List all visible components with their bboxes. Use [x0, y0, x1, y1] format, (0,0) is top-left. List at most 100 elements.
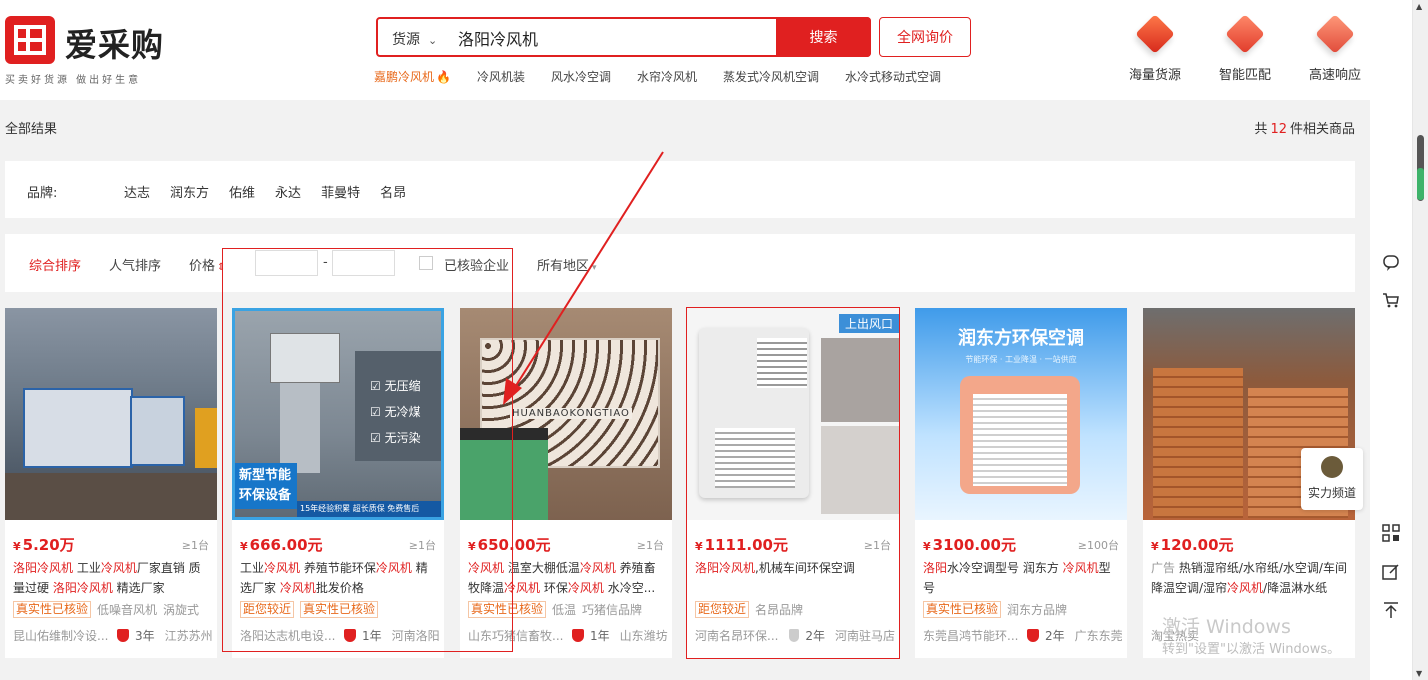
search-input[interactable]	[458, 25, 768, 51]
flame-icon: 🔥	[436, 70, 451, 84]
seller-name[interactable]: 东莞昌鸿节能环...	[923, 627, 1021, 644]
windows-watermark-sub: 转到"设置"以激活 Windows。	[1162, 642, 1341, 657]
strength-channel-badge[interactable]: 实力频道	[1301, 448, 1363, 510]
attribute-tag: 名昂品牌	[755, 603, 804, 617]
brand-item[interactable]: 达志	[124, 182, 150, 201]
product-card[interactable]: 上出风口 ¥1111.00元 ≥1台 洛阳冷风机,机械车间环保空调 距您较近 名…	[687, 308, 899, 658]
logo[interactable]: 爱采购 买卖好货源 做出好生意	[5, 16, 175, 86]
cube-icon	[1135, 14, 1175, 58]
verified-tag: 真实性已核验	[468, 601, 547, 618]
product-image-subtitle: 节能环保 · 工业降温 · 一站供应	[965, 355, 1077, 364]
scroll-up-icon[interactable]: ▲	[1416, 2, 1422, 11]
region-select[interactable]: 所有地区 ▾	[537, 255, 597, 274]
inquiry-button[interactable]: 全网询价	[879, 17, 971, 57]
scroll-down-icon[interactable]: ▼	[1416, 669, 1422, 678]
product-tags: 真实性已核验 低温 巧猪信品牌	[468, 601, 668, 618]
seller-years: 1年	[590, 629, 610, 643]
verified-label[interactable]: 已核验企业	[444, 255, 509, 274]
product-title[interactable]: 工业冷风机 养殖节能环保冷风机 精选厂家 冷风机批发价格	[240, 558, 436, 598]
hot-word[interactable]: 蒸发式冷风机空调	[723, 68, 819, 86]
product-image[interactable]: ☑ 无压缩 ☑ 无冷煤 ☑ 无污染 新型节能 环保设备 15年经验积累 超长质保…	[232, 308, 444, 520]
product-image-title: 润东方环保空调	[958, 328, 1084, 349]
hot-word[interactable]: 水帘冷风机	[637, 68, 697, 86]
seller-name[interactable]: 河南名昂环保...	[695, 627, 783, 644]
shield-icon	[117, 629, 129, 642]
product-moq: ≥1台	[181, 539, 209, 552]
brand-item[interactable]: 名昂	[380, 182, 406, 201]
price-min-input[interactable]	[255, 250, 318, 276]
sort-comprehensive[interactable]: 综合排序	[29, 255, 81, 274]
feature-item[interactable]: 智能匹配	[1200, 14, 1290, 83]
scrollbar[interactable]: ▲ ▼	[1412, 0, 1428, 680]
hot-word[interactable]: 嘉鹏冷风机 🔥	[374, 68, 451, 86]
product-card[interactable]: ¥5.20万 ≥1台 洛阳冷风机 工业冷风机厂家直销 质量过硬 洛阳冷风机 精选…	[5, 308, 217, 658]
attribute-tag: 巧猪信品牌	[582, 603, 643, 617]
seller-row: 山东巧猪信畜牧... 1年 山东潍坊	[468, 627, 668, 644]
product-card[interactable]: 润东方环保空调 节能环保 · 工业降温 · 一站供应 ¥3100.00元 ≥10…	[915, 308, 1127, 658]
cart-icon[interactable]	[1381, 291, 1401, 311]
hot-word[interactable]: 风水冷空调	[551, 68, 611, 86]
product-title[interactable]: 洛阳冷风机 工业冷风机厂家直销 质量过硬 洛阳冷风机 精选厂家	[13, 558, 209, 598]
product-card[interactable]: HUANBAOKONGTIAO ¥650.00元 ≥1台 冷风机 温室大棚低温冷…	[460, 308, 672, 658]
sort-popularity[interactable]: 人气排序	[109, 255, 161, 274]
header: 爱采购 买卖好货源 做出好生意 货源 ⌄ 搜索 全网询价 嘉鹏冷风机🔥 冷风机装 …	[0, 0, 1370, 100]
search-button[interactable]: 搜索	[776, 17, 871, 57]
product-tags: 距您较近 真实性已核验	[240, 601, 440, 618]
all-results-label: 全部结果	[5, 122, 58, 137]
product-moq: ≥1台	[636, 539, 664, 552]
seller-location: 河南驻马店	[834, 629, 895, 643]
seller-years: 2年	[805, 629, 825, 643]
chat-icon[interactable]	[1381, 254, 1401, 274]
sort-price[interactable]: 价格 ⇕	[189, 255, 225, 274]
brand-item[interactable]: 永达	[275, 182, 301, 201]
product-moq: ≥1台	[863, 539, 891, 552]
product-title[interactable]: 洛阳冷风机,机械车间环保空调	[695, 558, 891, 598]
caret-down-icon: ▾	[592, 263, 597, 273]
price-max-input[interactable]	[332, 250, 395, 276]
product-title[interactable]: 冷风机 温室大棚低温冷风机 养殖畜牧降温冷风机 环保冷风机 水冷空...	[468, 558, 664, 598]
hot-word[interactable]: 冷风机装	[477, 68, 525, 86]
product-tags: 真实性已核验 低噪音风机 涡旋式	[13, 601, 213, 618]
product-image[interactable]: 润东方环保空调 节能环保 · 工业降温 · 一站供应	[915, 308, 1127, 520]
product-title[interactable]: 广告 热销湿帘纸/水帘纸/水空调/车间降温空调/湿帘冷风机/降温淋水纸	[1151, 558, 1347, 598]
seller-row: 东莞昌鸿节能环... 2年 广东东莞	[923, 627, 1123, 644]
seller-name[interactable]: 昆山佑维制冷设...	[13, 627, 111, 644]
brand-item[interactable]: 润东方	[170, 182, 209, 201]
seller-row: 洛阳达志机电设... 1年 河南洛阳	[240, 627, 440, 644]
promo-banner: 新型节能 环保设备	[235, 463, 297, 509]
check-icon: ☑ 无污染	[370, 431, 421, 445]
feature-item[interactable]: 海量货源	[1110, 14, 1200, 83]
logo-text: 爱采购	[65, 26, 165, 64]
seller-name[interactable]: 山东巧猪信畜牧...	[468, 627, 566, 644]
seller-years: 2年	[1045, 629, 1065, 643]
product-image[interactable]: 上出风口	[687, 308, 899, 520]
product-image[interactable]: HUANBAOKONGTIAO	[460, 308, 672, 520]
product-title[interactable]: 洛阳水冷空调型号 润东方 冷风机型号	[923, 558, 1119, 598]
brand-item[interactable]: 佑维	[229, 182, 255, 201]
search-type-label: 货源	[392, 32, 420, 48]
product-moq: ≥100台	[1077, 539, 1119, 552]
search-type-select[interactable]: 货源 ⌄	[392, 29, 437, 49]
result-count: 共 12 件相关商品	[1254, 122, 1355, 137]
seller-name[interactable]: 洛阳达志机电设...	[240, 627, 338, 644]
product-price: ¥120.00元	[1151, 536, 1234, 554]
seller-years: 1年	[362, 629, 382, 643]
nearby-tag: 距您较近	[695, 601, 750, 618]
feature-item[interactable]: 高速响应	[1290, 14, 1380, 83]
price-row: ¥650.00元 ≥1台	[468, 534, 664, 554]
edit-icon[interactable]	[1381, 563, 1401, 583]
brand-item[interactable]: 菲曼特	[321, 182, 360, 201]
back-to-top-icon[interactable]	[1381, 601, 1401, 621]
product-image[interactable]	[5, 308, 217, 520]
speed-icon	[1315, 14, 1355, 58]
search-box: 货源 ⌄ 搜索	[376, 17, 871, 57]
hot-word[interactable]: 水冷式移动式空调	[845, 68, 941, 86]
shield-icon	[788, 629, 800, 642]
attribute-tag: 润东方品牌	[1007, 603, 1068, 617]
brand-filter: 品牌: 达志 润东方 佑维 永达 菲曼特 名昂	[5, 161, 1355, 218]
product-price: ¥5.20万	[13, 536, 75, 554]
product-card[interactable]: ☑ 无压缩 ☑ 无冷煤 ☑ 无污染 新型节能 环保设备 15年经验积累 超长质保…	[232, 308, 444, 658]
verified-checkbox[interactable]	[419, 256, 433, 270]
logo-icon	[5, 16, 55, 64]
qrcode-icon[interactable]	[1381, 524, 1401, 544]
